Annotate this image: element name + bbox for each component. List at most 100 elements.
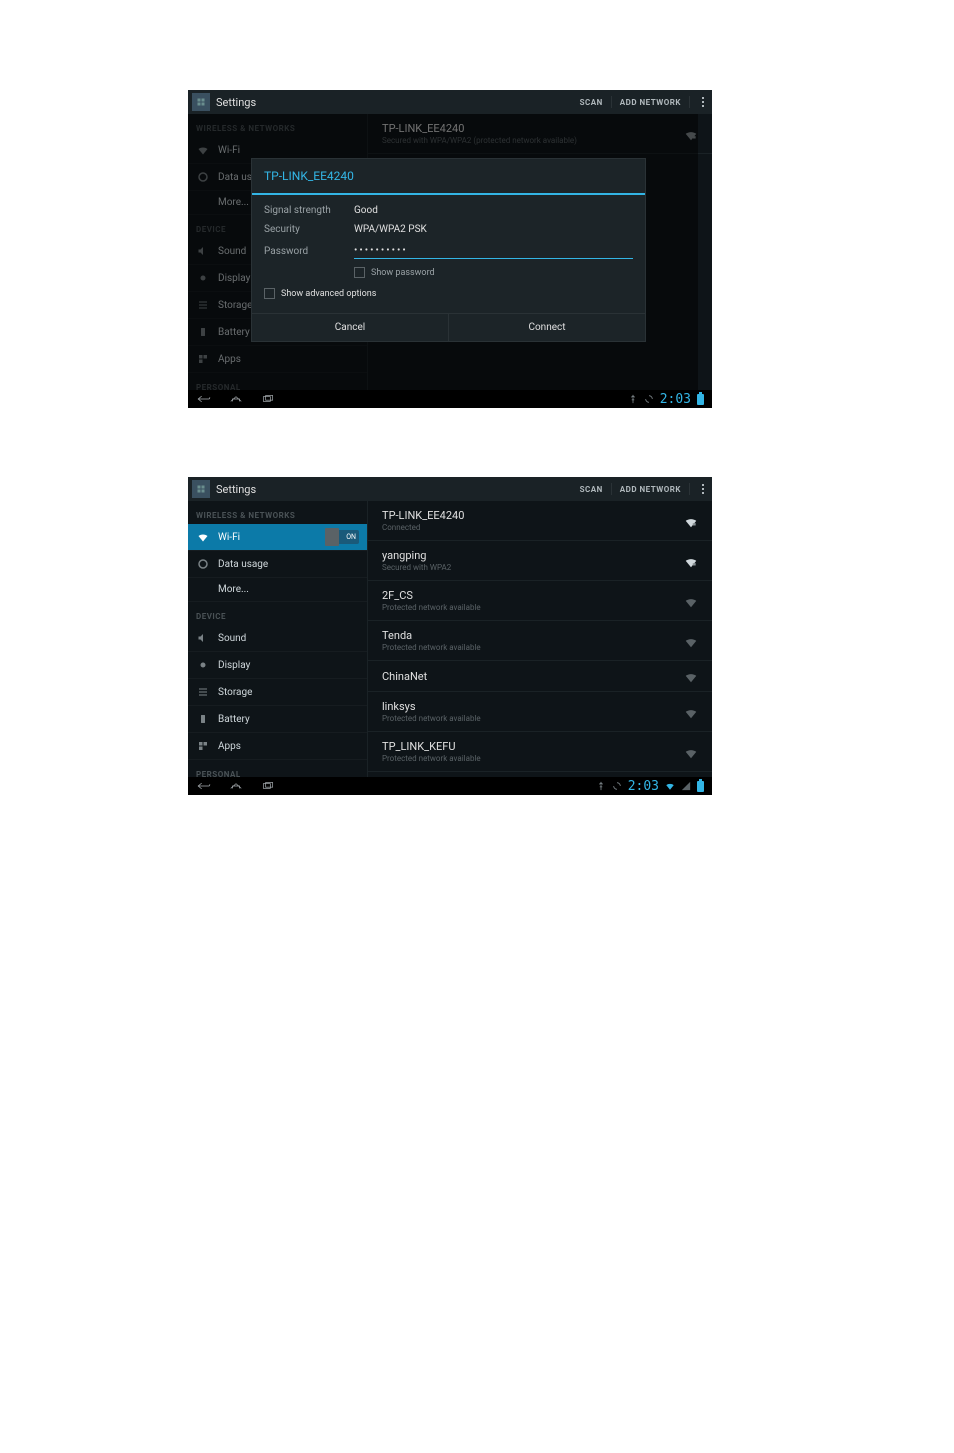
back-button[interactable]	[196, 393, 212, 405]
overflow-menu-button[interactable]	[698, 97, 708, 107]
network-item[interactable]: linksysProtected network available	[368, 692, 712, 732]
show-password-row[interactable]: Show password	[354, 267, 633, 278]
action-bar: Settings SCAN ADD NETWORK	[188, 477, 712, 501]
sidebar-item-label: Wi-Fi	[218, 532, 327, 543]
section-personal: PERSONAL	[188, 760, 367, 777]
wifi-status-icon	[665, 781, 675, 791]
data-usage-icon	[196, 557, 210, 571]
network-name: yangping	[382, 549, 684, 562]
sidebar-item-wifi[interactable]: Wi-Fi ON	[188, 524, 367, 551]
wifi-signal-icon	[684, 554, 698, 568]
network-subtitle: Protected network available	[382, 714, 684, 723]
action-bar: Settings SCAN ADD NETWORK	[188, 90, 712, 114]
network-item[interactable]: ChinaNet	[368, 661, 712, 692]
security-label: Security	[264, 224, 354, 235]
network-name: 2F_CS	[382, 589, 684, 602]
clock: 2:03	[660, 392, 691, 407]
wifi-network-list: TP-LINK_EE4240ConnectedyangpingSecured w…	[368, 501, 712, 777]
wifi-toggle[interactable]: ON	[327, 530, 359, 544]
wifi-signal-icon	[684, 705, 698, 719]
sidebar-item-display[interactable]: Display	[188, 652, 367, 679]
cell-signal-icon	[681, 781, 691, 791]
page-title: Settings	[216, 483, 580, 496]
network-name: TP-LINK_EE4240	[382, 509, 684, 522]
network-name: linksys	[382, 700, 684, 713]
network-item[interactable]: TP_LINK_KEFUProtected network available	[368, 732, 712, 772]
wifi-signal-icon	[684, 514, 698, 528]
system-nav-bar: 2:03	[188, 777, 712, 795]
scan-button[interactable]: SCAN	[580, 485, 603, 494]
wifi-signal-icon	[684, 669, 698, 683]
connect-button[interactable]: Connect	[449, 314, 645, 341]
storage-icon	[196, 685, 210, 699]
network-item[interactable]: TP-LINK_EE4240Connected	[368, 501, 712, 541]
clock: 2:03	[628, 779, 659, 794]
section-wireless: WIRELESS & NETWORKS	[188, 501, 367, 524]
sidebar-item-label: More...	[218, 584, 359, 595]
divider	[689, 483, 690, 495]
sound-icon	[196, 631, 210, 645]
screenshot-wifi-dialog: Settings SCAN ADD NETWORK WIRELESS & NET…	[188, 90, 712, 408]
sidebar-item-more[interactable]: More...	[188, 578, 367, 602]
show-password-label: Show password	[371, 268, 435, 278]
sidebar-item-data-usage[interactable]: Data usage	[188, 551, 367, 578]
network-subtitle: Secured with WPA2	[382, 563, 684, 572]
signal-strength-label: Signal strength	[264, 205, 354, 216]
display-icon	[196, 658, 210, 672]
system-nav-bar: 2:03	[188, 390, 712, 408]
sync-icon	[612, 781, 622, 791]
sidebar-item-label: Battery	[218, 714, 359, 725]
network-name: ChinaNet	[382, 670, 684, 683]
network-subtitle: Protected network available	[382, 643, 684, 652]
sidebar-item-label: Sound	[218, 633, 359, 644]
divider	[611, 483, 612, 495]
sidebar-item-label: Apps	[218, 741, 359, 752]
advanced-options-label: Show advanced options	[281, 289, 376, 299]
recent-apps-button[interactable]	[260, 393, 276, 405]
sidebar-item-apps[interactable]: Apps	[188, 733, 367, 760]
advanced-options-row[interactable]: Show advanced options	[264, 288, 633, 299]
apps-icon	[196, 739, 210, 753]
home-button[interactable]	[228, 780, 244, 792]
signal-strength-value: Good	[354, 205, 633, 216]
advanced-options-checkbox[interactable]	[264, 288, 275, 299]
network-name: TP_LINK_KEFU	[382, 740, 684, 753]
battery-icon	[697, 394, 704, 405]
network-item[interactable]: 2F_CSProtected network available	[368, 581, 712, 621]
network-subtitle: Connected	[382, 523, 684, 532]
overflow-menu-button[interactable]	[698, 484, 708, 494]
battery-icon	[196, 712, 210, 726]
battery-icon	[697, 781, 704, 792]
page-title: Settings	[216, 96, 580, 109]
network-item[interactable]: yangpingSecured with WPA2	[368, 541, 712, 581]
network-name: Tenda	[382, 629, 684, 642]
add-network-button[interactable]: ADD NETWORK	[620, 485, 681, 494]
sidebar-item-label: Display	[218, 660, 359, 671]
usb-icon	[596, 781, 606, 791]
back-button[interactable]	[196, 780, 212, 792]
cancel-button[interactable]: Cancel	[252, 314, 449, 341]
security-value: WPA/WPA2 PSK	[354, 224, 633, 235]
recent-apps-button[interactable]	[260, 780, 276, 792]
show-password-checkbox[interactable]	[354, 267, 365, 278]
sidebar-item-sound[interactable]: Sound	[188, 625, 367, 652]
sidebar-item-battery[interactable]: Battery	[188, 706, 367, 733]
home-button[interactable]	[228, 393, 244, 405]
wifi-signal-icon	[684, 634, 698, 648]
settings-app-icon	[192, 480, 210, 498]
settings-sidebar: WIRELESS & NETWORKS Wi-Fi ON Data usage …	[188, 501, 368, 777]
scan-button[interactable]: SCAN	[580, 98, 603, 107]
divider	[689, 96, 690, 108]
sidebar-item-label: Data usage	[218, 559, 359, 570]
network-item[interactable]: TendaProtected network available	[368, 621, 712, 661]
screenshot-wifi-connected: Settings SCAN ADD NETWORK WIRELESS & NET…	[188, 477, 712, 795]
network-subtitle: Protected network available	[382, 754, 684, 763]
password-label: Password	[264, 246, 354, 257]
add-network-button[interactable]: ADD NETWORK	[620, 98, 681, 107]
wifi-icon	[196, 530, 210, 544]
settings-app-icon	[192, 93, 210, 111]
password-input[interactable]	[354, 243, 633, 259]
sidebar-item-label: Storage	[218, 687, 359, 698]
network-subtitle: Protected network available	[382, 603, 684, 612]
sidebar-item-storage[interactable]: Storage	[188, 679, 367, 706]
